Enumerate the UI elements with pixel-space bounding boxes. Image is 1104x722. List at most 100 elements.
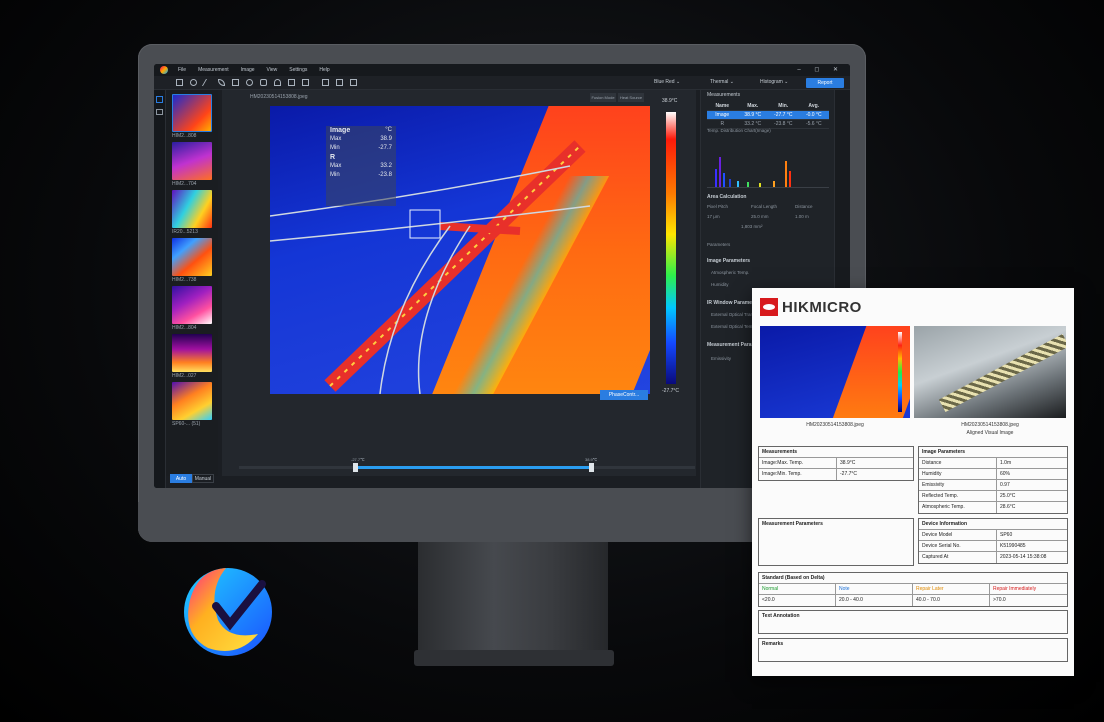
- annotation-tool-icon[interactable]: [288, 79, 295, 86]
- polygon-tool-icon[interactable]: [260, 79, 267, 86]
- cell-avg: -5.6 °C: [805, 121, 822, 127]
- manual-button[interactable]: Manual: [192, 474, 214, 483]
- thumbnail-image: [172, 334, 212, 372]
- cell-min: -23.8 °C: [774, 121, 793, 127]
- auto-button[interactable]: Auto: [170, 474, 192, 483]
- thermal-scale: [898, 332, 902, 412]
- thumbnail-image: [172, 190, 212, 228]
- area-result: 1,803 mm²: [741, 224, 763, 229]
- thumbnail-label: HIM2...704: [172, 181, 197, 187]
- histogram-bar: [785, 161, 787, 187]
- param-key: Atmospheric Temp.: [919, 502, 997, 513]
- thumbnail-list: HIM2...808 HIM2...704 IR20...5213 HIM2..…: [166, 90, 218, 476]
- slider-min-label: -27.7℃: [351, 457, 365, 462]
- delete-tool-icon[interactable]: [302, 79, 309, 86]
- remarks-title: Remarks: [762, 641, 784, 647]
- polyline-tool-icon[interactable]: [218, 79, 225, 86]
- thumbnail-label: HIM2...804: [172, 325, 197, 331]
- select-tool-icon[interactable]: [176, 79, 183, 86]
- std-note-value: 20.0 - 40.0: [836, 595, 913, 606]
- device-info-title: Device Information: [922, 521, 968, 527]
- line-tool-icon[interactable]: [201, 79, 214, 86]
- menu-image[interactable]: Image: [241, 67, 255, 73]
- phase-contrast-button[interactable]: PhaseContr...: [600, 390, 648, 400]
- overlay-min-label: Min: [330, 145, 340, 151]
- thermal-image[interactable]: Image °C Max 38.9 Min -27.7 R Max 33.2 Min -2…: [270, 106, 650, 394]
- standard-title: Standard (Based on Delta): [762, 575, 825, 581]
- distance-value[interactable]: 1.00 m: [795, 214, 809, 219]
- slider-max-handle[interactable]: [589, 463, 594, 472]
- overlay-unit: °C: [385, 127, 392, 133]
- legend-min-label: -27.7°C: [662, 388, 680, 394]
- meas-key: Image:Max. Temp.: [759, 458, 837, 468]
- canvas-top-buttons: Fusion Mode Heat Source: [590, 93, 644, 102]
- std-immediate-label: Repair Immediately: [993, 586, 1037, 592]
- thumbnail-item[interactable]: HIM2...027: [172, 334, 212, 382]
- point-tool-icon[interactable]: [190, 79, 197, 86]
- thumbnail-item[interactable]: IR20...5213: [172, 190, 212, 238]
- std-normal-label: Normal: [759, 584, 836, 594]
- histogram-dropdown[interactable]: Histogram ⌄: [760, 79, 788, 87]
- circle-tool-icon[interactable]: [246, 79, 253, 86]
- measurements-table: Measurements Image:Max. Temp. 38.9°C Imag…: [758, 446, 914, 481]
- folder-icon[interactable]: [156, 109, 163, 115]
- slider-min-handle[interactable]: [353, 463, 358, 472]
- menu-help[interactable]: Help: [319, 67, 329, 73]
- rectangle-tool-icon[interactable]: [232, 79, 239, 86]
- cell-avg: -0.0 °C: [805, 112, 822, 118]
- thumbnail-item[interactable]: HIM2...804: [172, 286, 212, 334]
- menu-file[interactable]: File: [178, 67, 186, 73]
- thumbnail-image: [172, 238, 212, 276]
- histogram-bar: [773, 181, 775, 187]
- thumbnail-image: [172, 286, 212, 324]
- meas-params-title: Measurement Parameters: [762, 521, 823, 527]
- std-normal-value: <20.0: [759, 595, 836, 606]
- fusion-button[interactable]: Fusion Mode: [590, 93, 616, 102]
- param-key: Distance: [919, 458, 997, 468]
- distribution-chart-title[interactable]: Temp. Distribution Chart(Image): [707, 128, 771, 133]
- focal-length-label: Focal Length: [751, 204, 778, 209]
- menu-measurement[interactable]: Measurement: [198, 67, 229, 73]
- thumbnail-image: [172, 142, 212, 180]
- thumbnail-item[interactable]: SP60-... (51): [172, 382, 212, 430]
- auto-manual-toggle: Auto Manual: [170, 474, 214, 483]
- report-thermal-image: [760, 326, 910, 418]
- param-key: Humidity: [919, 469, 997, 479]
- palette-dropdown[interactable]: Blue Red ⌄: [654, 79, 680, 87]
- thumbnail-item[interactable]: HIM2...704: [172, 142, 212, 190]
- pixel-pitch-label: Pixel Pitch: [707, 204, 729, 209]
- thumbnail-image: [172, 94, 212, 132]
- compare-tool-icon[interactable]: [322, 79, 329, 86]
- report-button[interactable]: Report: [806, 78, 844, 88]
- app-logo-icon: [160, 66, 168, 74]
- heat-source-button[interactable]: Heat Source: [618, 93, 644, 102]
- focal-length-value[interactable]: 25.0 mm: [751, 214, 769, 219]
- gallery-icon[interactable]: [156, 96, 163, 103]
- image-canvas-area: HM20230514153808.jpeg Fusion Mode Heat S…: [222, 90, 696, 476]
- scene-background: File Measurement Image View Settings Hel…: [0, 0, 1104, 722]
- window-controls[interactable]: – ◻ ✕: [797, 66, 844, 73]
- pixel-pitch-value[interactable]: 17 μm: [707, 214, 720, 219]
- overlay-min-value: -27.7: [378, 145, 392, 151]
- device-key: Device Model: [919, 530, 997, 540]
- overlay-r-label: R: [330, 154, 336, 161]
- text-annotation-title: Text Annotation: [762, 613, 800, 619]
- measurements-title: Measurements: [762, 449, 798, 455]
- device-info-table: Device Information Device Model SP60 Devi…: [918, 518, 1068, 564]
- overlay-r-min-label: Min: [330, 172, 340, 178]
- temperature-range-slider[interactable]: -27.7℃ 38.9℃: [239, 456, 695, 476]
- monitor-stand: [418, 542, 608, 652]
- menu-view[interactable]: View: [267, 67, 278, 73]
- triangle-tool-icon[interactable]: [274, 79, 281, 86]
- image-parameters-title: Image Parameters: [707, 258, 751, 264]
- export-tool-icon[interactable]: [350, 79, 357, 86]
- save-tool-icon[interactable]: [336, 79, 343, 86]
- table-row[interactable]: Image 38.9 °C -27.7 °C -0.0 °C: [707, 111, 829, 120]
- thumbnail-item[interactable]: HIM2...808: [172, 94, 212, 142]
- device-value: 2023-05-14 15:38:08: [1000, 554, 1047, 560]
- menu-settings[interactable]: Settings: [289, 67, 307, 73]
- meas-value: -27.7°C: [840, 471, 858, 477]
- mode-dropdown[interactable]: Thermal ⌄: [710, 79, 734, 87]
- thumbnail-item[interactable]: HIM2...738: [172, 238, 212, 286]
- device-key: Device Serial No.: [919, 541, 997, 551]
